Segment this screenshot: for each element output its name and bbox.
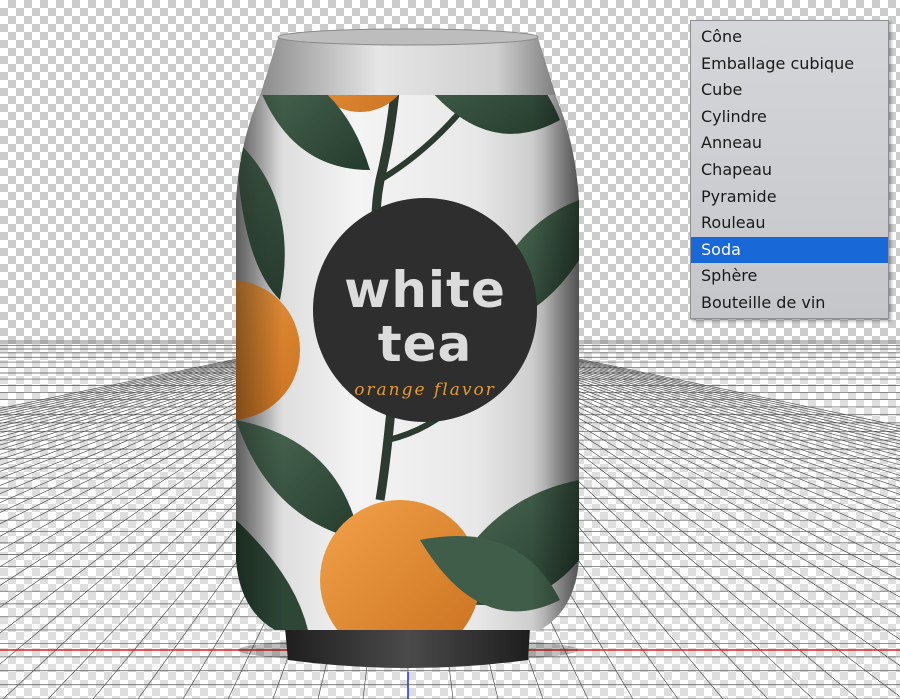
menu-item-rouleau[interactable]: Rouleau (691, 210, 888, 237)
menu-item-cylindre[interactable]: Cylindre (691, 104, 888, 131)
menu-item-anneau[interactable]: Anneau (691, 130, 888, 157)
menu-item-cube[interactable]: Cube (691, 77, 888, 104)
flavor-text: orange flavor (354, 380, 496, 400)
brand-name-line2: tea (377, 315, 473, 373)
menu-item-emballage-cubique[interactable]: Emballage cubique (691, 51, 888, 78)
menu-item-pyramide[interactable]: Pyramide (691, 184, 888, 211)
menu-item-bouteille-de-vin[interactable]: Bouteille de vin (691, 290, 888, 317)
menu-item-sphère[interactable]: Sphère (691, 263, 888, 290)
brand-name-line1: white (344, 261, 506, 319)
shape-preset-menu[interactable]: Cône Emballage cubique Cube Cylindre Anneau C… (690, 20, 889, 319)
menu-item-cône[interactable]: Cône (691, 24, 888, 51)
menu-item-soda[interactable]: Soda (691, 236, 888, 264)
menu-item-chapeau[interactable]: Chapeau (691, 157, 888, 184)
